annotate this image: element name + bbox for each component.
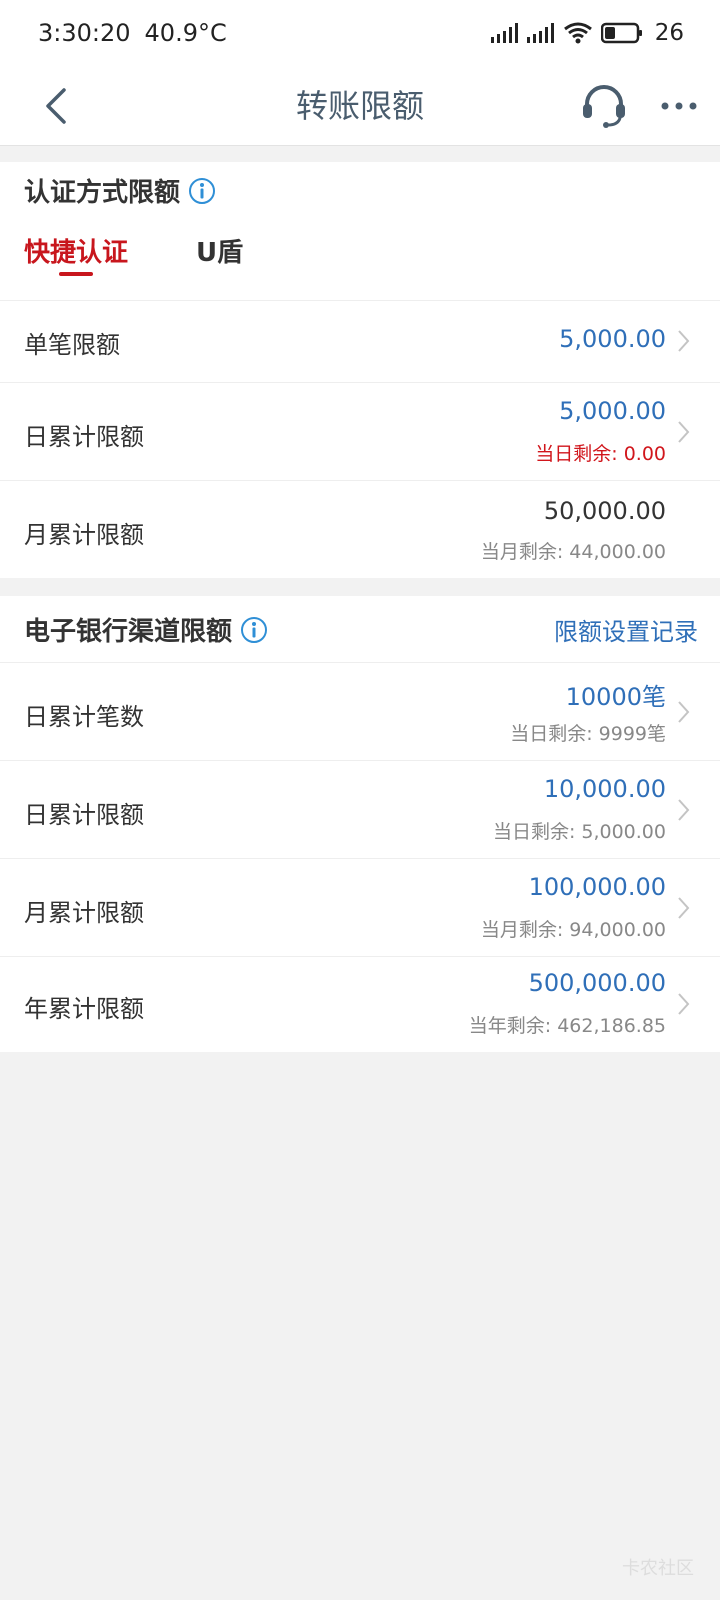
row-value: 5,000.00 bbox=[559, 397, 666, 425]
limit-setting-record-link[interactable]: 限额设置记录 bbox=[554, 612, 698, 647]
row-value: 10000笔 bbox=[565, 683, 666, 711]
channel-row-daily-limit[interactable]: 日累计限额 10,000.00 当日剩余: 5,000.00 bbox=[0, 760, 720, 858]
channel-section-title: 电子银行渠道限额 bbox=[24, 617, 233, 647]
row-remaining: 当年剩余: 462,186.85 bbox=[468, 1015, 666, 1037]
more-icon[interactable] bbox=[660, 92, 700, 120]
chevron-right-icon bbox=[676, 419, 692, 445]
row-value: 5,000.00 bbox=[559, 325, 666, 353]
row-label: 月累计限额 bbox=[24, 521, 144, 549]
headset-icon[interactable] bbox=[580, 82, 628, 130]
chevron-right-icon bbox=[676, 328, 692, 354]
row-remaining: 当日剩余: 5,000.00 bbox=[492, 821, 666, 843]
row-label: 日累计限额 bbox=[24, 801, 144, 829]
battery-icon bbox=[600, 22, 643, 44]
row-remaining: 当月剩余: 94,000.00 bbox=[480, 919, 666, 941]
row-value: 500,000.00 bbox=[528, 969, 666, 997]
row-remaining: 当日剩余: 9999笔 bbox=[510, 723, 666, 745]
chevron-right-icon bbox=[676, 991, 692, 1017]
signal-icon bbox=[490, 23, 519, 43]
row-remaining: 当月剩余: 44,000.00 bbox=[480, 541, 666, 563]
row-value: 10,000.00 bbox=[543, 775, 666, 803]
tab-u-shield[interactable]: U盾 bbox=[196, 232, 243, 269]
status-bar: 3:30:20 40.9°C 26 bbox=[0, 0, 720, 66]
chevron-right-icon bbox=[676, 699, 692, 725]
back-icon[interactable] bbox=[40, 86, 74, 126]
channel-row-monthly-limit[interactable]: 月累计限额 100,000.00 当月剩余: 94,000.00 bbox=[0, 858, 720, 956]
row-value: 50,000.00 bbox=[543, 497, 666, 525]
navigation-bar: 转账限额 bbox=[0, 66, 720, 146]
limit-row-single[interactable]: 单笔限额 5,000.00 bbox=[0, 300, 720, 382]
status-temperature: 40.9°C bbox=[144, 19, 227, 47]
channel-row-daily-count[interactable]: 日累计笔数 10000笔 当日剩余: 9999笔 bbox=[0, 662, 720, 760]
battery-level: 26 bbox=[654, 20, 684, 46]
status-time: 3:30:20 bbox=[38, 19, 131, 47]
channel-section-title-wrap: 电子银行渠道限额 bbox=[24, 611, 268, 648]
chevron-right-icon bbox=[676, 895, 692, 921]
info-icon[interactable] bbox=[240, 616, 268, 644]
channel-row-yearly-limit[interactable]: 年累计限额 500,000.00 当年剩余: 462,186.85 bbox=[0, 956, 720, 1052]
signal-icon bbox=[526, 23, 555, 43]
info-icon[interactable] bbox=[188, 177, 216, 205]
wifi-icon bbox=[563, 22, 593, 44]
limit-row-monthly: 月累计限额 50,000.00 当月剩余: 44,000.00 bbox=[0, 480, 720, 578]
row-label: 日累计笔数 bbox=[24, 703, 144, 731]
auth-section-title-wrap: 认证方式限额 bbox=[24, 172, 216, 209]
auth-section-title: 认证方式限额 bbox=[24, 178, 181, 208]
chevron-right-icon bbox=[676, 797, 692, 823]
watermark: 卡农社区 bbox=[622, 1558, 694, 1579]
row-remaining: 当日剩余: 0.00 bbox=[535, 443, 666, 465]
row-label: 日累计限额 bbox=[24, 423, 144, 451]
limit-row-daily[interactable]: 日累计限额 5,000.00 当日剩余: 0.00 bbox=[0, 382, 720, 480]
tab-quick-auth[interactable]: 快捷认证 bbox=[24, 232, 128, 269]
row-label: 年累计限额 bbox=[24, 995, 144, 1023]
status-icons: 26 bbox=[490, 20, 684, 46]
row-label: 月累计限额 bbox=[24, 899, 144, 927]
row-value: 100,000.00 bbox=[528, 873, 666, 901]
active-tab-indicator bbox=[59, 272, 93, 276]
row-label: 单笔限额 bbox=[24, 331, 120, 359]
